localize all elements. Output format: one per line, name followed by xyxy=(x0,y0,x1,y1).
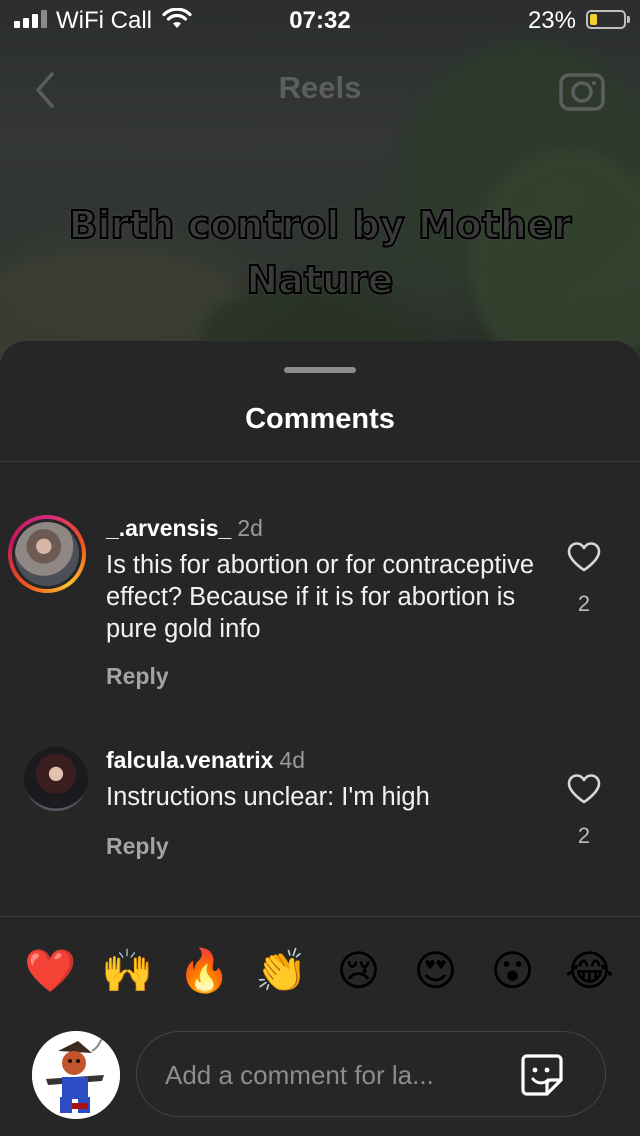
sheet-grabber-handle[interactable] xyxy=(284,367,356,373)
comment-composer xyxy=(136,1031,606,1117)
emoji-tears-of-joy[interactable]: 😂 xyxy=(562,950,618,992)
emoji-heart-eyes[interactable]: 😍 xyxy=(408,950,464,992)
emoji-fire[interactable]: 🔥 xyxy=(177,950,233,992)
status-bar: WiFi Call 07:32 23% xyxy=(0,0,640,40)
camera-icon[interactable] xyxy=(558,68,606,112)
screen: WiFi Call 07:32 23% Reels Birth control … xyxy=(0,0,640,1136)
comments-title: Comments xyxy=(245,403,395,435)
like-count: 2 xyxy=(577,823,591,848)
avatar xyxy=(15,522,79,586)
comment-age: 2d xyxy=(237,515,263,541)
reply-button[interactable]: Reply xyxy=(106,833,169,860)
comments-sheet: Comments _.arvensis_ 2d Is this for abort… xyxy=(0,341,640,1136)
comment-text: Is this for abortion or for contraceptiv… xyxy=(106,551,535,643)
avatar[interactable] xyxy=(24,747,88,811)
sticker-icon[interactable] xyxy=(519,1052,565,1098)
comment-text: Instructions unclear: I'm high xyxy=(106,783,430,811)
emoji-crying-face[interactable]: 😢 xyxy=(331,950,387,992)
like-button[interactable]: 2 xyxy=(560,773,608,849)
header-divider xyxy=(0,461,640,462)
like-count: 2 xyxy=(577,591,591,616)
comment-item: _.arvensis_ 2d Is this for abortion or fo… xyxy=(0,515,640,689)
comment-age: 4d xyxy=(279,747,306,773)
heart-icon[interactable] xyxy=(566,541,602,573)
scarecrow-avatar-icon xyxy=(32,1031,120,1119)
avatar-story-ring[interactable] xyxy=(8,515,86,593)
composer-divider xyxy=(0,916,640,917)
reel-background-video[interactable] xyxy=(0,0,640,400)
emoji-red-heart[interactable]: ❤️ xyxy=(23,950,79,992)
emoji-reaction-bar: ❤️ 🙌 🔥 👏 😢 😍 😮 😂 xyxy=(0,941,640,1001)
reel-caption-overlay: Birth control by Mother Nature xyxy=(68,202,573,303)
reel-header: Reels xyxy=(0,60,640,120)
comment-username[interactable]: _.arvensis_ 2d xyxy=(106,515,263,542)
emoji-surprised-face[interactable]: 😮 xyxy=(485,950,541,992)
battery-icon xyxy=(586,10,630,29)
emoji-clapping-hands[interactable]: 👏 xyxy=(254,950,310,992)
comment-item: falcula.venatrix 4d Instructions unclear:… xyxy=(0,747,640,867)
like-button[interactable]: 2 xyxy=(560,541,608,617)
reply-button[interactable]: Reply xyxy=(106,663,169,690)
comment-input[interactable] xyxy=(163,1054,487,1096)
heart-icon[interactable] xyxy=(566,773,602,805)
reels-title: Reels xyxy=(278,70,362,105)
battery-level-fill xyxy=(590,14,597,25)
emoji-raised-hands[interactable]: 🙌 xyxy=(100,950,156,992)
battery-percent: 23% xyxy=(527,7,576,34)
comment-username[interactable]: falcula.venatrix 4d xyxy=(106,747,305,774)
current-user-avatar[interactable] xyxy=(32,1031,120,1119)
